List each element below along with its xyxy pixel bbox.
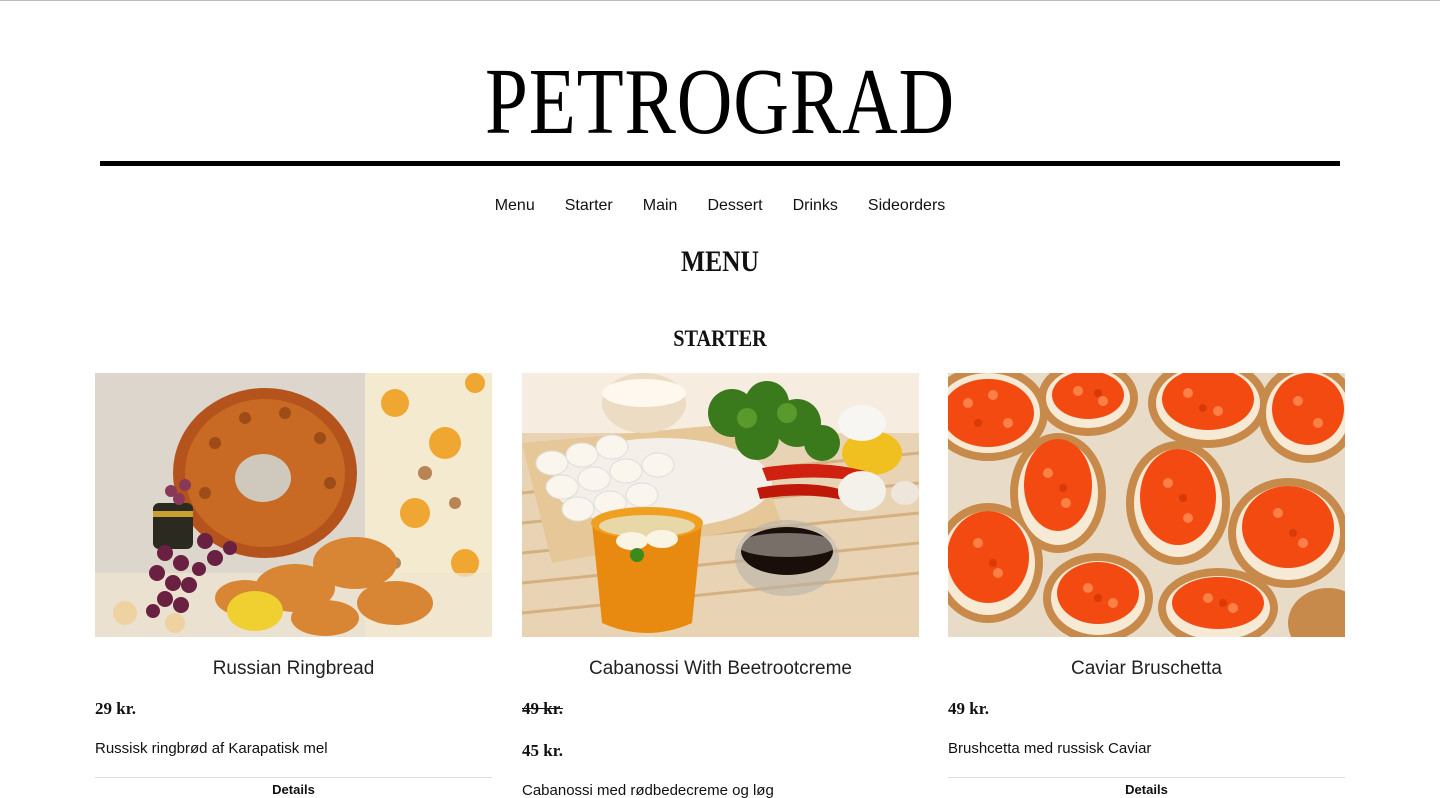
product-old-price: 49 kr. <box>522 699 563 718</box>
product-price: 45 kr. <box>522 741 563 760</box>
product-price: 49 kr. <box>948 699 989 718</box>
main-nav: Menu Starter Main Dessert Drinks Sideord… <box>0 196 1440 216</box>
caviar-photo[interactable] <box>948 373 1345 637</box>
dumplings-photo[interactable] <box>522 373 919 637</box>
nav-item-dessert[interactable]: Dessert <box>707 196 762 216</box>
product-name: Caviar Bruschetta <box>1070 658 1222 679</box>
card-divider <box>95 777 492 778</box>
product-card: Russian Ringbread 29 kr. Russisk ringbrø… <box>95 373 492 798</box>
site-logo[interactable]: PETROGRAD <box>130 52 1311 152</box>
details-button[interactable]: Details <box>948 782 1345 798</box>
page-title: MENU <box>681 245 759 278</box>
product-card: Caviar Bruschetta 49 kr. Brushcetta med … <box>948 373 1345 798</box>
ringbread-photo[interactable] <box>95 373 492 637</box>
product-description: Russisk ringbrød af Karapatisk mel <box>95 740 328 757</box>
product-price: 29 kr. <box>95 699 136 718</box>
nav-item-menu[interactable]: Menu <box>495 196 535 216</box>
section-title: STARTER <box>673 326 767 351</box>
product-name: Cabanossi With Beetrootcreme <box>589 658 852 679</box>
top-border <box>0 0 1440 1</box>
product-description: Cabanossi med rødbedecreme og løg <box>522 782 774 798</box>
product-name: Russian Ringbread <box>212 658 375 679</box>
product-card: Cabanossi With Beetrootcreme 49 kr. 45 k… <box>522 373 919 798</box>
card-divider <box>948 777 1345 778</box>
ringbread-image <box>95 373 492 637</box>
nav-item-main[interactable]: Main <box>643 196 678 216</box>
nav-item-sideorders[interactable]: Sideorders <box>868 196 945 216</box>
caviar-image <box>948 373 1345 637</box>
product-description: Brushcetta med russisk Caviar <box>948 740 1152 757</box>
header-rule <box>100 161 1340 166</box>
dumplings-image <box>522 373 919 637</box>
nav-item-drinks[interactable]: Drinks <box>793 196 838 216</box>
nav-item-starter[interactable]: Starter <box>565 196 613 216</box>
details-button[interactable]: Details <box>95 782 492 798</box>
